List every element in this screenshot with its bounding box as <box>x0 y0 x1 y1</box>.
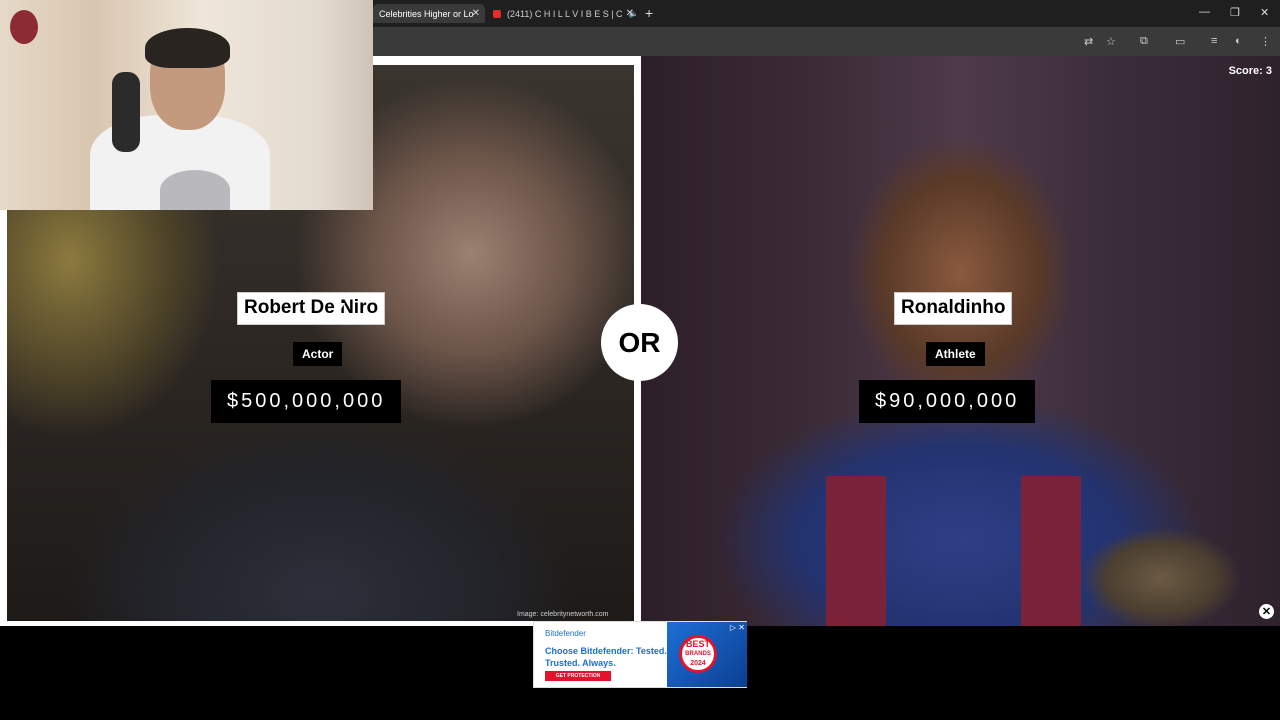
right-net-worth: $90,000,000 <box>859 380 1036 423</box>
ad-brand: Bitdefender <box>545 629 586 638</box>
ad-image: BEST BRANDS 2024 ▷ ✕ <box>667 622 747 687</box>
mouse-cursor-icon <box>339 303 345 312</box>
or-divider: OR <box>601 304 678 381</box>
badge-line: BEST <box>685 639 710 649</box>
best-brands-badge: BEST BRANDS 2024 <box>679 635 717 673</box>
statue-image <box>1061 520 1261 626</box>
ad-headline: Choose Bitdefender: Tested. Trusted. Alw… <box>545 646 667 668</box>
image-credit: Image: celebritynetworth.com <box>517 611 609 618</box>
left-net-worth: $500,000,000 <box>211 380 402 423</box>
browser-toolbar: ⇄ ☆ ⧉ ▭ ≡ ◐ ⋮ <box>373 27 1280 56</box>
menu-icon[interactable]: ⋮ <box>1260 35 1271 48</box>
streamer-hair <box>145 28 230 68</box>
minimize-button[interactable]: — <box>1199 6 1210 18</box>
close-overlay-icon[interactable]: ✕ <box>1259 604 1274 619</box>
webcam-overlay <box>0 0 373 210</box>
maximize-button[interactable]: ❐ <box>1230 6 1240 19</box>
badge-line: 2024 <box>690 660 706 667</box>
close-icon[interactable]: ✕ <box>472 8 480 19</box>
badge-line: BRANDS <box>685 651 711 657</box>
tab-chill-vibes[interactable]: (2411) C H I L L V I B E S | C 🔈 ✕ <box>487 4 639 23</box>
translate-icon[interactable]: ⇄ <box>1084 35 1093 48</box>
right-category-badge: Athlete <box>926 342 985 366</box>
trophy-image <box>160 170 230 210</box>
media-control-icon[interactable]: ≡ <box>1211 35 1217 47</box>
right-celebrity-panel[interactable] <box>641 56 1280 626</box>
tab-title: Celebrities Higher or Lo <box>379 8 474 19</box>
close-icon[interactable]: ✕ <box>626 8 634 19</box>
bitdefender-ad[interactable]: Bitdefender Choose Bitdefender: Tested. … <box>533 621 747 688</box>
cast-icon[interactable]: ▭ <box>1175 35 1185 48</box>
hat-image <box>10 10 38 44</box>
jersey-stripe <box>826 476 886 626</box>
left-name-label: Robert De Niro <box>237 292 386 325</box>
profile-icon[interactable]: ◐ <box>1235 35 1242 47</box>
youtube-icon <box>493 9 501 18</box>
ad-cta-button[interactable]: GET PROTECTION <box>545 671 611 681</box>
window-close-button[interactable]: ✕ <box>1260 6 1269 19</box>
right-name-label: Ronaldinho <box>894 292 1013 325</box>
extensions-icon[interactable]: ⧉ <box>1140 35 1148 48</box>
tab-title: (2411) C H I L L V I B E S | C <box>507 8 623 19</box>
tab-celebrities-game[interactable]: Celebrities Higher or Lo ✕ <box>373 4 485 23</box>
ad-choices-icon[interactable]: ▷ ✕ <box>730 623 745 632</box>
bookmark-star-icon[interactable]: ☆ <box>1106 35 1116 48</box>
left-category-badge: Actor <box>293 342 343 366</box>
score-display: Score: 3 <box>1228 65 1272 77</box>
browser-tab-strip: Celebrities Higher or Lo ✕ (2411) C H I … <box>373 0 1280 27</box>
new-tab-button[interactable]: + <box>645 5 653 21</box>
microphone-image <box>112 72 140 152</box>
